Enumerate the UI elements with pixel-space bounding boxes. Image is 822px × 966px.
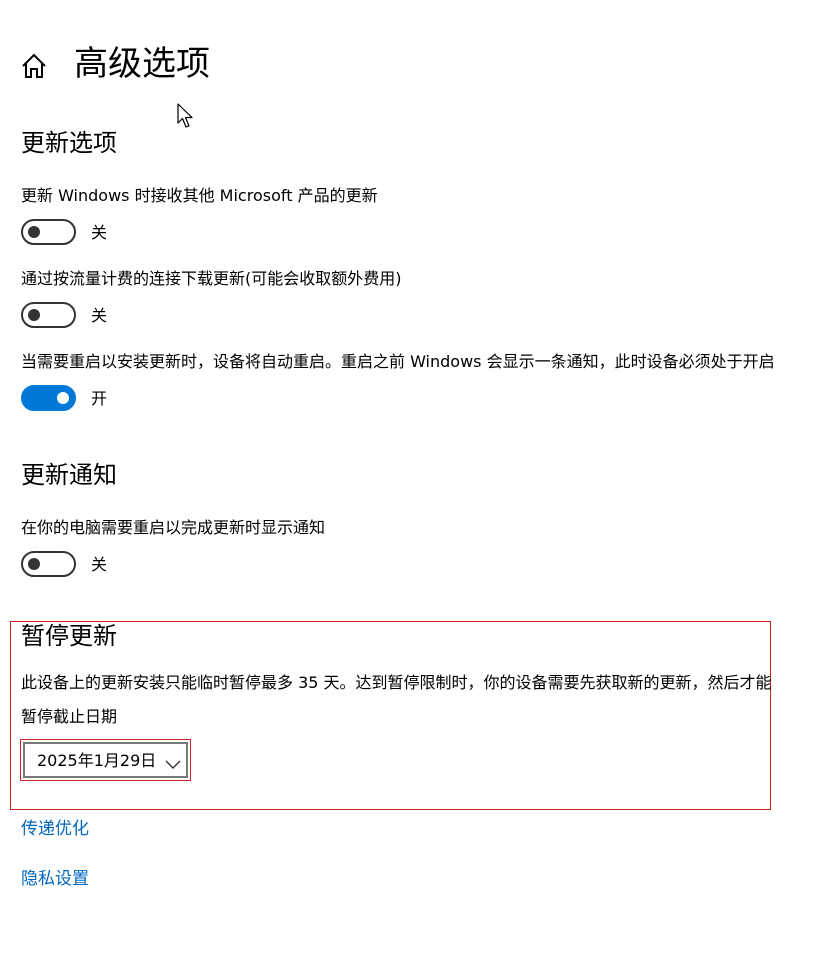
auto-restart-state: 开 <box>91 389 108 408</box>
pause-updates-heading: 暂停更新 <box>21 622 117 650</box>
auto-restart-toggle[interactable] <box>21 385 76 411</box>
toggle-knob <box>57 392 69 404</box>
restart-notification-state: 关 <box>91 555 108 574</box>
delivery-optimization-link[interactable]: 传递优化 <box>21 817 89 841</box>
auto-restart-label: 当需要重启以安装更新时，设备将自动重启。重启之前 Windows 会显示一条通知… <box>21 352 775 371</box>
pause-until-date-dropdown[interactable]: 2025年1月29日 <box>23 742 188 778</box>
metered-download-toggle[interactable] <box>21 302 76 328</box>
toggle-knob <box>28 309 40 321</box>
metered-download-label: 通过按流量计费的连接下载更新(可能会收取额外费用) <box>21 269 402 288</box>
pause-updates-description: 此设备上的更新安装只能临时暂停最多 35 天。达到暂停限制时，你的设备需要先获取… <box>21 673 772 692</box>
restart-notification-label: 在你的电脑需要重启以完成更新时显示通知 <box>21 518 326 537</box>
receive-other-updates-toggle[interactable] <box>21 219 76 245</box>
scrolled-header-fragment: 置 <box>60 0 110 4</box>
page-title: 高级选项 <box>74 44 210 84</box>
toggle-knob <box>28 558 40 570</box>
receive-other-updates-state: 关 <box>91 223 108 242</box>
restart-notification-toggle[interactable] <box>21 551 76 577</box>
pause-until-label: 暂停截止日期 <box>21 707 118 726</box>
chevron-down-icon <box>165 755 181 769</box>
toggle-knob <box>28 226 40 238</box>
pause-until-date-value: 2025年1月29日 <box>37 751 157 770</box>
update-options-heading: 更新选项 <box>21 129 117 157</box>
privacy-settings-link[interactable]: 隐私设置 <box>21 867 89 891</box>
update-notifications-heading: 更新通知 <box>21 461 117 489</box>
pause-updates-highlight <box>10 621 771 810</box>
mouse-cursor-icon <box>177 103 195 129</box>
receive-other-updates-label: 更新 Windows 时接收其他 Microsoft 产品的更新 <box>21 186 378 205</box>
home-icon[interactable] <box>20 52 48 80</box>
metered-download-state: 关 <box>91 306 108 325</box>
